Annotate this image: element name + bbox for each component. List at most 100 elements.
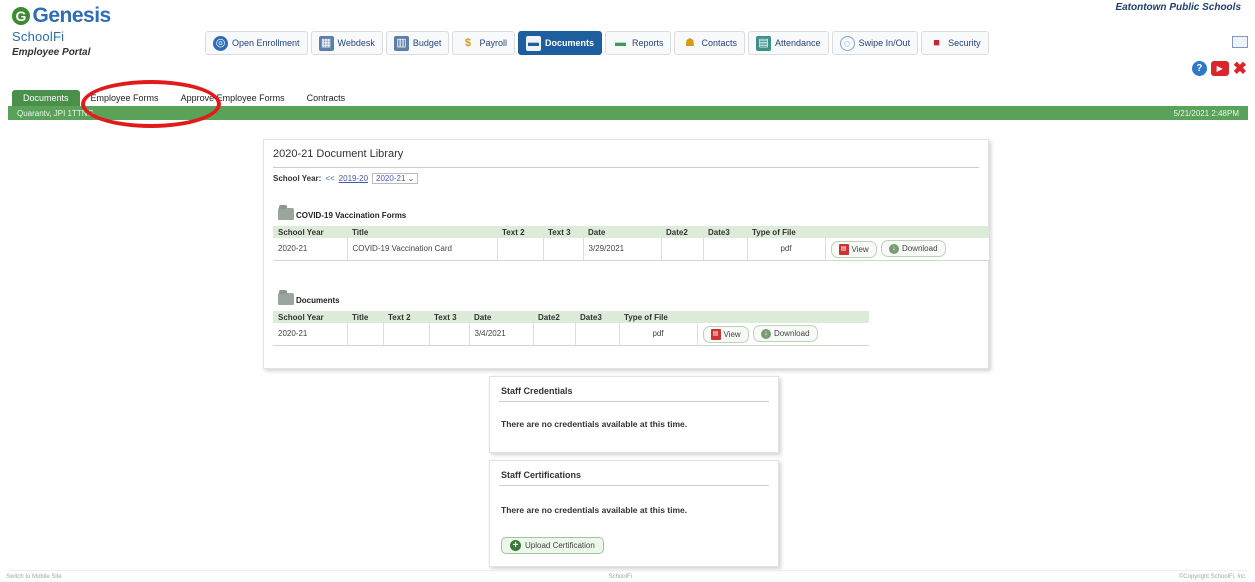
year-selected: 2020-21 <box>376 174 406 183</box>
year-link-prev[interactable]: 2019-20 <box>339 174 368 183</box>
nav-swipe-in-out[interactable]: ◌ Swipe In/Out <box>831 31 919 55</box>
download-icon: ↓ <box>888 243 899 254</box>
current-datetime: 5/21/2021 2:48PM <box>1173 108 1239 118</box>
col-header: Date <box>469 311 533 323</box>
folder-icon <box>278 205 294 220</box>
help-icons: ? ▶ ✖ <box>1191 60 1247 77</box>
col-header: Date2 <box>661 226 703 238</box>
col-header: Text 3 <box>543 226 583 238</box>
download-icon: ↓ <box>760 328 771 339</box>
nav-reports[interactable]: ▬ Reports <box>604 31 672 55</box>
cell-file-type: pdf <box>619 323 698 345</box>
nav-label: Open Enrollment <box>232 38 300 48</box>
cell-school-year: 2020-21 <box>273 323 348 345</box>
nav-label: Budget <box>412 38 442 48</box>
nav-label: Swipe In/Out <box>858 38 911 48</box>
panel-title: Staff Credentials <box>501 386 573 396</box>
genesis-logo[interactable]: G Genesis SchoolFi Employee Portal <box>12 4 172 64</box>
download-button[interactable]: ↓ Download <box>752 325 818 342</box>
covid-forms-table: School Year Title Text 2 Text 3 Date Dat… <box>273 226 989 261</box>
nav-documents[interactable]: ▬ Documents <box>517 31 602 55</box>
view-label: View <box>723 329 741 339</box>
section-title: COVID-19 Vaccination Forms <box>278 205 407 220</box>
brand-name: Genesis <box>32 4 112 27</box>
genesis-logo-icon: G <box>12 7 30 25</box>
view-button[interactable]: ▤ View <box>702 325 749 343</box>
col-header: Title <box>347 311 383 323</box>
nav-attendance[interactable]: ▤ Attendance <box>748 31 829 55</box>
view-label: View <box>851 244 869 254</box>
mobile-site-link[interactable]: Switch to Mobile Site <box>6 574 62 580</box>
document-library-panel: 2020-21 Document Library School Year: <<… <box>263 139 989 369</box>
reports-folder-icon: ▬ <box>614 36 626 49</box>
tab-documents[interactable]: Documents <box>12 90 80 107</box>
pdf-icon: ▤ <box>838 243 849 255</box>
tab-contracts[interactable]: Contracts <box>296 90 357 107</box>
lock-icon: ■ <box>933 36 940 49</box>
col-header: Date <box>583 226 661 238</box>
cell-text2 <box>383 323 430 345</box>
empty-message: There are no credentials available at th… <box>501 419 688 429</box>
nav-label: Documents <box>544 38 594 48</box>
table-row: 2020-21 3/4/2021 pdf ▤ View ↓ Download <box>273 323 869 345</box>
nav-security[interactable]: ■ Security <box>921 31 989 55</box>
contacts-icon: ☗ <box>685 36 695 49</box>
upload-certification-button[interactable]: + Upload Certification <box>501 537 604 554</box>
col-header <box>825 226 989 238</box>
divider <box>499 485 769 486</box>
year-select[interactable]: 2020-21 ⌄ <box>372 173 419 184</box>
cell-title <box>347 323 384 345</box>
view-button[interactable]: ▤ View <box>830 240 877 258</box>
col-header <box>697 311 869 323</box>
pdf-icon: ▤ <box>710 328 721 340</box>
nav-label: Contacts <box>701 38 738 48</box>
table-header-row: School Year Title Text 2 Text 3 Date Dat… <box>273 311 869 323</box>
library-title: 2020-21 Document Library <box>273 148 404 160</box>
nav-budget[interactable]: ▥ Budget <box>385 31 450 55</box>
folder-icon: ▬ <box>525 35 541 51</box>
nav-webdesk[interactable]: ▦ Webdesk <box>310 31 383 55</box>
footer-brand: SchoolFi <box>608 574 632 580</box>
page: G Genesis SchoolFi Employee Portal Eaton… <box>0 0 1255 582</box>
footer: Switch to Mobile Site SchoolFi ©Copyrigh… <box>6 570 1247 580</box>
download-label: Download <box>773 329 810 338</box>
col-header: Text 2 <box>497 226 543 238</box>
district-name: Eatontown Public Schools <box>1115 2 1241 13</box>
mail-icon[interactable] <box>1232 36 1248 48</box>
logout-icon[interactable]: ✖ <box>1233 60 1247 77</box>
cell-date: 3/4/2021 <box>469 323 534 345</box>
cell-title: COVID-19 Vaccination Card <box>347 238 498 260</box>
col-header: Date2 <box>533 311 575 323</box>
cell-actions: ▤ View ↓ Download <box>825 238 989 260</box>
nav-label: Reports <box>631 38 664 48</box>
copyright: ©Copyright SchoolFi, Inc. <box>1178 574 1247 580</box>
section-title-text: COVID-19 Vaccination Forms <box>296 211 407 220</box>
cell-actions: ▤ View ↓ Download <box>697 323 869 345</box>
documents-table: School Year Title Text 2 Text 3 Date Dat… <box>273 311 869 346</box>
download-button[interactable]: ↓ Download <box>880 240 946 257</box>
enrollment-icon: ◎ <box>213 35 228 51</box>
section-title-text: Documents <box>296 296 340 305</box>
cell-text3 <box>543 238 584 260</box>
nav-open-enrollment[interactable]: ◎ Open Enrollment <box>205 31 308 55</box>
nav-label: Payroll <box>479 38 507 48</box>
staff-certifications-panel: Staff Certifications There are no creden… <box>489 460 779 567</box>
col-header: Title <box>347 226 497 238</box>
webdesk-icon: ▦ <box>318 35 334 51</box>
folder-icon <box>278 290 294 305</box>
nav-payroll[interactable]: $ Payroll <box>452 31 515 55</box>
empty-message: There are no credentials available at th… <box>501 505 688 515</box>
nav-contacts[interactable]: ☗ Contacts <box>674 31 746 55</box>
help-icon[interactable]: ? <box>1191 61 1207 76</box>
staff-credentials-panel: Staff Credentials There are no credentia… <box>489 376 779 453</box>
divider <box>273 167 979 168</box>
video-icon[interactable]: ▶ <box>1210 61 1229 76</box>
highlight-circle <box>81 80 221 128</box>
prev-year-marker: << <box>325 174 335 183</box>
col-header: Type of File <box>619 311 697 323</box>
cell-date3 <box>575 323 620 345</box>
cell-date2 <box>533 323 576 345</box>
budget-icon: ▥ <box>393 35 409 51</box>
cell-text3 <box>429 323 470 345</box>
portal-name: Employee Portal <box>12 47 91 58</box>
